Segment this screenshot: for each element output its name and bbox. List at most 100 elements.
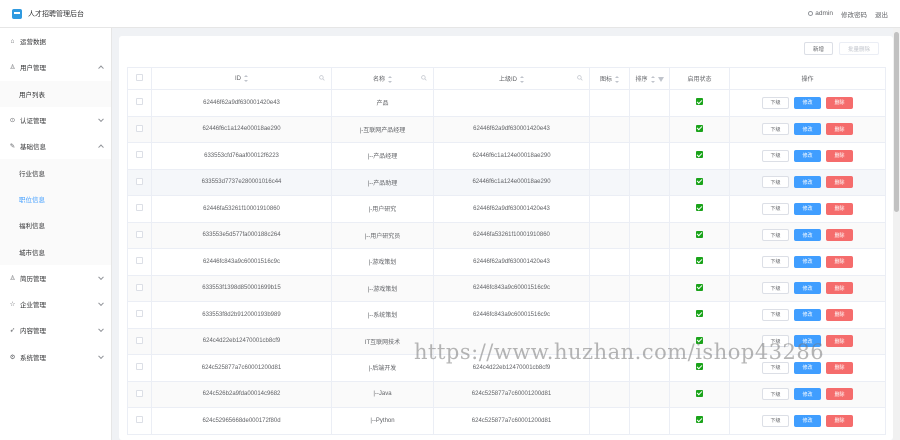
delete-button[interactable]: 删除 [826, 308, 853, 321]
row-checkbox[interactable] [136, 124, 143, 132]
add-button[interactable]: 新增 [803, 42, 833, 55]
edit-button[interactable]: 修改 [794, 149, 821, 162]
row-checkbox[interactable] [136, 257, 143, 265]
status-enabled-icon[interactable] [696, 283, 703, 291]
delete-button[interactable]: 删除 [826, 361, 853, 374]
row-select-cell[interactable] [127, 354, 152, 382]
row-checkbox[interactable] [136, 177, 143, 185]
child-button[interactable]: 下级 [762, 335, 789, 348]
table-row[interactable]: 633553e5d577fa000188c264 |--用户研究员 62446fa5… [127, 221, 886, 249]
table-row[interactable]: 62446f6c1a124e00018ae290 |-互联网产品经理 62446f6… [127, 115, 886, 143]
edit-button[interactable]: 修改 [794, 335, 821, 348]
row-checkbox[interactable] [136, 151, 143, 159]
child-button[interactable]: 下级 [762, 149, 789, 162]
select-all-checkbox[interactable] [136, 74, 143, 81]
search-icon[interactable] [319, 75, 325, 81]
edit-button[interactable]: 修改 [794, 388, 821, 401]
header-parent-id[interactable]: 上级ID [433, 67, 590, 90]
table-row[interactable]: 633553cfd76aaf00012f6223 |--产品经理 62446f6c1… [127, 142, 886, 170]
edit-button[interactable]: 修改 [794, 361, 821, 374]
edit-button[interactable]: 修改 [794, 414, 821, 427]
delete-button[interactable]: 删除 [826, 335, 853, 348]
row-select-cell[interactable] [127, 248, 152, 276]
header-sort[interactable]: 排序 [629, 67, 670, 90]
row-select-cell[interactable] [127, 195, 152, 223]
status-enabled-icon[interactable] [696, 204, 703, 212]
logout-link[interactable]: 退出 [875, 9, 888, 19]
table-row[interactable]: 62446f62a9df630001420e43 产品 下级 修改 删除 [127, 89, 886, 117]
edit-button[interactable]: 修改 [794, 176, 821, 189]
row-select-cell[interactable] [127, 407, 152, 435]
search-icon[interactable] [577, 75, 583, 81]
table-row[interactable]: 633553f1398d850001699b15 |--游戏策划 62446fc84… [127, 274, 886, 302]
row-checkbox[interactable] [136, 98, 143, 106]
row-checkbox[interactable] [136, 204, 143, 212]
sidebar-item-content[interactable]: ➶ 内容管理 [0, 317, 111, 343]
sort-icon[interactable] [388, 75, 392, 83]
table-row[interactable]: 633553d7737e280001016c44 |--产品助理 62446f6c1… [127, 168, 886, 196]
sidebar-subitem-city[interactable]: 城市信息 [0, 238, 111, 265]
delete-button[interactable]: 删除 [826, 123, 853, 136]
status-enabled-icon[interactable] [696, 230, 703, 238]
scrollbar-thumb[interactable] [894, 32, 899, 212]
header-icon[interactable]: 图标 [589, 67, 630, 90]
row-checkbox[interactable] [136, 416, 143, 424]
child-button[interactable]: 下级 [762, 388, 789, 401]
row-select-cell[interactable] [127, 327, 152, 355]
delete-button[interactable]: 删除 [826, 414, 853, 427]
row-select-cell[interactable] [127, 168, 152, 196]
delete-button[interactable]: 删除 [826, 255, 853, 268]
delete-button[interactable]: 删除 [826, 202, 853, 215]
delete-button[interactable]: 删除 [826, 282, 853, 295]
sidebar-subitem-user-list[interactable]: 用户列表 [0, 80, 111, 107]
header-select-all[interactable] [127, 67, 152, 90]
row-checkbox[interactable] [136, 363, 143, 371]
change-password-link[interactable]: 修改密码 [841, 9, 867, 19]
row-checkbox[interactable] [136, 230, 143, 238]
status-enabled-icon[interactable] [696, 124, 703, 132]
edit-button[interactable]: 修改 [794, 255, 821, 268]
delete-button[interactable]: 删除 [826, 149, 853, 162]
edit-button[interactable]: 修改 [794, 282, 821, 295]
row-select-cell[interactable] [127, 115, 152, 143]
table-row[interactable]: 624c4d22eb12470001cb8cf9 IT互联网技术 下级 修改 删除 [127, 327, 886, 355]
current-user[interactable]: admin [808, 10, 833, 17]
row-checkbox[interactable] [136, 310, 143, 318]
sort-icon[interactable] [615, 75, 619, 83]
child-button[interactable]: 下级 [762, 361, 789, 374]
search-icon[interactable] [421, 75, 427, 81]
table-row[interactable]: 62446fc843a9c60001516c9c |-游戏策划 62446f62a9… [127, 248, 886, 276]
child-button[interactable]: 下级 [762, 282, 789, 295]
edit-button[interactable]: 修改 [794, 123, 821, 136]
child-button[interactable]: 下级 [762, 123, 789, 136]
delete-button[interactable]: 删除 [826, 176, 853, 189]
sidebar-subitem-welfare[interactable]: 福利信息 [0, 212, 111, 239]
header-id[interactable]: ID [151, 67, 332, 90]
sidebar-item-dashboard[interactable]: ⌂ 运营数据 [0, 28, 111, 54]
edit-button[interactable]: 修改 [794, 96, 821, 109]
sort-icon[interactable] [520, 75, 524, 83]
sidebar-subitem-industry[interactable]: 行业信息 [0, 159, 111, 186]
child-button[interactable]: 下级 [762, 176, 789, 189]
table-row[interactable]: 624c526b2a9fda00014c9682 |--Java 624c52587… [127, 380, 886, 408]
sidebar-subitem-position[interactable]: 职位信息 [0, 185, 111, 213]
status-enabled-icon[interactable] [696, 363, 703, 371]
row-select-cell[interactable] [127, 274, 152, 302]
sidebar-item-verification[interactable]: ⊙ 认证管理 [0, 107, 111, 133]
child-button[interactable]: 下级 [762, 414, 789, 427]
status-enabled-icon[interactable] [696, 98, 703, 106]
page-scrollbar[interactable] [893, 28, 900, 440]
sidebar-item-company[interactable]: ☆ 企业管理 [0, 291, 111, 317]
row-checkbox[interactable] [136, 389, 143, 397]
delete-button[interactable]: 删除 [826, 96, 853, 109]
status-enabled-icon[interactable] [696, 151, 703, 159]
edit-button[interactable]: 修改 [794, 308, 821, 321]
child-button[interactable]: 下级 [762, 308, 789, 321]
row-select-cell[interactable] [127, 301, 152, 329]
header-name[interactable]: 名称 [331, 67, 434, 90]
filter-icon[interactable] [657, 76, 664, 82]
row-select-cell[interactable] [127, 89, 152, 117]
child-button[interactable]: 下级 [762, 255, 789, 268]
sort-icon[interactable] [650, 75, 655, 83]
row-select-cell[interactable] [127, 221, 152, 249]
